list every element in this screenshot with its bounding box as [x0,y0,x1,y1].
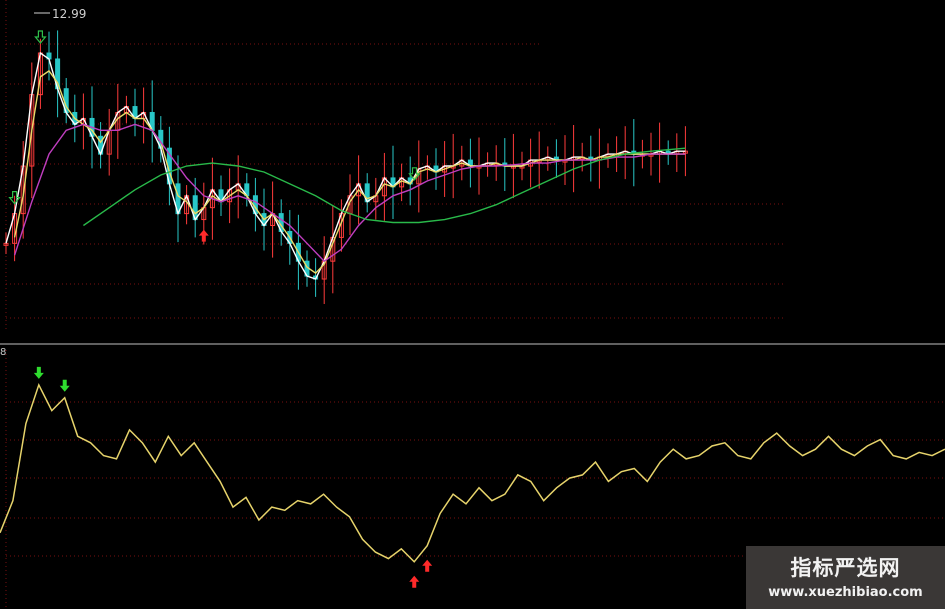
indicator-axis-tick: 8 [0,347,6,358]
price-signal-arrows [8,30,421,242]
indicator-line [0,382,945,563]
sell-arrow-icon [33,366,44,379]
price-moving-averages [5,51,686,280]
ma-yellow-line [13,69,686,275]
stock-chart: 12.99 8 [0,0,945,609]
buy-arrow-icon [409,575,420,588]
price-panel-grid [5,0,786,330]
buy-arrow-icon [198,229,209,242]
indicator-signal-arrows [33,366,433,588]
sell-arrow-icon [59,379,70,392]
watermark-badge: 指标严选网 www.xuezhibiao.com [746,546,945,609]
watermark-url: www.xuezhibiao.com [768,585,923,600]
price-candles [3,30,688,305]
max-price-label: 12.99 [52,7,86,21]
watermark-title: 指标严选网 [790,556,901,580]
indicator-line-path [0,382,945,563]
buy-arrow-icon [422,559,433,572]
max-price-annotation: 12.99 [34,7,86,21]
